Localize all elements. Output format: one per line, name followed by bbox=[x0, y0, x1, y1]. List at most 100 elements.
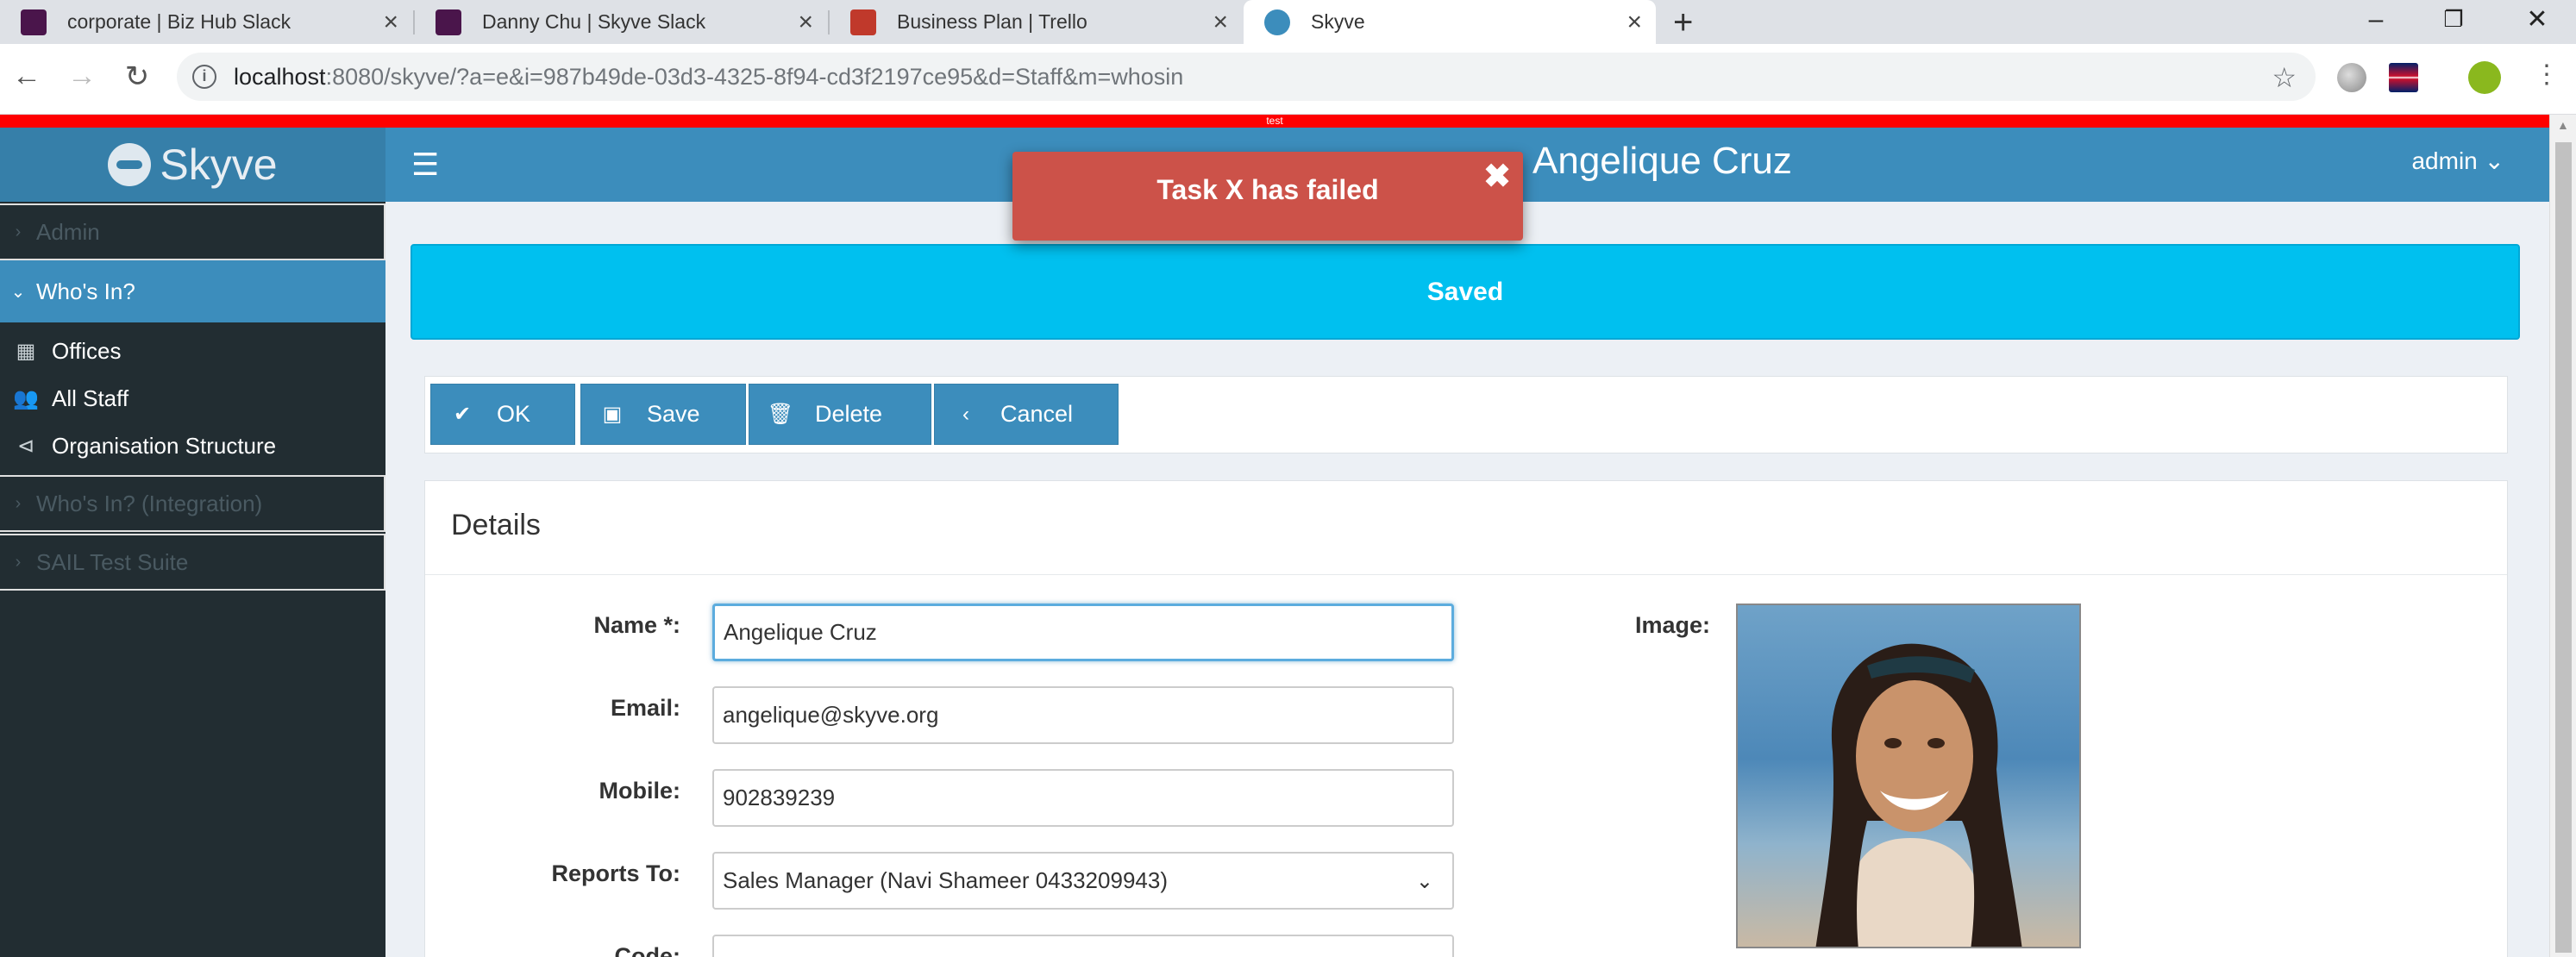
email-label: Email: bbox=[610, 695, 680, 721]
sidebar-group-whos-in[interactable]: ⌄ Who's In? bbox=[0, 260, 385, 322]
close-icon[interactable]: × bbox=[798, 8, 813, 37]
sidebar-item-label: All Staff bbox=[52, 385, 129, 411]
portrait-image bbox=[1815, 643, 2022, 947]
trash-icon: 🗑 bbox=[767, 403, 794, 426]
share-icon: ⊲ bbox=[16, 435, 35, 458]
chevron-right-icon: › bbox=[15, 222, 22, 241]
window-close-button[interactable]: ✕ bbox=[2498, 0, 2576, 39]
chevron-right-icon: › bbox=[15, 493, 22, 513]
name-field[interactable]: Angelique Cruz bbox=[712, 604, 1454, 661]
close-icon[interactable]: × bbox=[1626, 8, 1642, 37]
url-path: :8080/skyve/?a=e&i=987b49de-03d3-4325-8f… bbox=[325, 63, 1184, 90]
check-icon: ✔ bbox=[453, 403, 472, 426]
close-icon[interactable]: ✖ bbox=[1483, 157, 1511, 196]
mobile-field[interactable]: 902839239 bbox=[712, 769, 1454, 827]
sidebar-item-label: Offices bbox=[52, 338, 122, 364]
skyve-icon bbox=[1264, 9, 1290, 35]
browser-tab-label: corporate | Biz Hub Slack bbox=[67, 10, 291, 33]
chevron-right-icon: › bbox=[15, 552, 22, 572]
reload-icon[interactable]: ↻ bbox=[117, 59, 157, 94]
delete-label: Delete bbox=[815, 401, 883, 427]
browser-tab-2[interactable]: Danny Chu | Skyve Slack × bbox=[415, 0, 827, 44]
browser-tab-label: Danny Chu | Skyve Slack bbox=[482, 10, 706, 33]
name-label: Name *: bbox=[593, 612, 680, 638]
browser-tab-4[interactable]: Skyve × bbox=[1244, 0, 1656, 44]
skyve-logo[interactable]: Skyve bbox=[0, 128, 385, 202]
chevron-left-icon: ‹ bbox=[962, 402, 969, 426]
sidebar-item-offices[interactable]: ▦ Offices bbox=[0, 328, 385, 375]
page-scrollbar[interactable]: ▲ bbox=[2549, 115, 2576, 957]
close-icon[interactable]: × bbox=[1213, 8, 1228, 37]
sidebar-item-organisation-structure[interactable]: ⊲ Organisation Structure bbox=[0, 422, 385, 470]
info-icon[interactable]: i bbox=[192, 65, 216, 89]
back-icon[interactable]: ← bbox=[7, 59, 47, 93]
uk-flag-icon[interactable] bbox=[2389, 63, 2418, 92]
slack-icon bbox=[21, 9, 47, 35]
new-tab-button[interactable]: + bbox=[1673, 3, 1693, 42]
minimize-button[interactable]: – bbox=[2337, 0, 2415, 39]
reports-to-select[interactable]: Sales Manager (Navi Shameer 0433209943) … bbox=[712, 852, 1454, 910]
sidebar: Skyve › Admin ⌄ Who's In? ▦ Offices 👥 Al… bbox=[0, 128, 385, 957]
ok-label: OK bbox=[497, 401, 531, 427]
browser-tab-label: Skyve bbox=[1311, 10, 1365, 33]
avatar[interactable] bbox=[2468, 61, 2501, 94]
sidebar-group-label: Admin bbox=[36, 218, 100, 245]
sidebar-group-label: Who's In? (Integration) bbox=[36, 490, 263, 516]
trello-icon bbox=[850, 9, 876, 35]
chevron-down-icon: ⌄ bbox=[1415, 870, 1433, 893]
reports-to-label: Reports To: bbox=[551, 860, 681, 886]
scrollbar-thumb[interactable] bbox=[2555, 142, 2572, 953]
sidebar-group-whos-in-integration[interactable]: › Who's In? (Integration) bbox=[0, 475, 385, 532]
sidebar-item-label: Organisation Structure bbox=[52, 433, 277, 459]
logo-text: Skyve bbox=[160, 141, 278, 189]
users-icon: 👥 bbox=[13, 387, 39, 410]
browser-tab-1[interactable]: corporate | Biz Hub Slack × bbox=[0, 0, 412, 44]
more-menu-icon[interactable]: ⋮ bbox=[2527, 59, 2567, 90]
divider bbox=[425, 574, 2507, 575]
sidebar-group-label: Who's In? bbox=[36, 278, 135, 304]
saved-banner: Saved bbox=[411, 244, 2520, 340]
save-button[interactable]: ▣ Save bbox=[580, 384, 746, 445]
slack-icon bbox=[436, 9, 461, 35]
notification-message: Task X has failed bbox=[1156, 174, 1379, 205]
user-menu-label: admin bbox=[2411, 147, 2478, 174]
save-label: Save bbox=[647, 401, 700, 427]
building-icon: ▦ bbox=[16, 340, 36, 363]
browser-tabstrip: corporate | Biz Hub Slack × Danny Chu | … bbox=[0, 0, 2576, 44]
extension-icon[interactable] bbox=[2337, 63, 2366, 92]
details-title: Details bbox=[451, 509, 541, 541]
browser-tab-label: Business Plan | Trello bbox=[897, 10, 1087, 33]
test-banner: test bbox=[0, 115, 2549, 128]
close-icon[interactable]: × bbox=[383, 8, 398, 37]
scroll-up-icon[interactable]: ▲ bbox=[2557, 118, 2569, 132]
cancel-button[interactable]: ‹ Cancel bbox=[934, 384, 1119, 445]
address-bar[interactable]: i localhost:8080/skyve/?a=e&i=987b49de-0… bbox=[177, 53, 2316, 101]
url-host: localhost bbox=[234, 63, 326, 90]
delete-button[interactable]: 🗑 Delete bbox=[749, 384, 931, 445]
user-menu[interactable]: admin ⌄ bbox=[2411, 147, 2504, 175]
skyve-logo-icon bbox=[108, 143, 152, 186]
error-notification: Task X has failed ✖ bbox=[1012, 152, 1523, 241]
cancel-label: Cancel bbox=[1000, 401, 1074, 427]
sidebar-group-admin[interactable]: › Admin bbox=[0, 203, 385, 260]
sidebar-item-all-staff[interactable]: 👥 All Staff bbox=[0, 375, 385, 422]
sidebar-group-sail-test-suite[interactable]: › SAIL Test Suite bbox=[0, 534, 385, 591]
sidebar-group-label: SAIL Test Suite bbox=[36, 548, 189, 575]
code-label: Code: bbox=[614, 943, 681, 957]
floppy-disk-icon: ▣ bbox=[602, 403, 623, 426]
bookmark-star-icon[interactable]: ☆ bbox=[2272, 61, 2297, 94]
ok-button[interactable]: ✔ OK bbox=[430, 384, 575, 445]
browser-toolbar: ← → ↻ i localhost:8080/skyve/?a=e&i=987b… bbox=[0, 44, 2576, 115]
page-title: Angelique Cruz bbox=[1532, 140, 1792, 182]
hamburger-menu-icon[interactable]: ☰ bbox=[411, 147, 439, 183]
image-label: Image: bbox=[1634, 612, 1710, 638]
staff-photo[interactable] bbox=[1736, 604, 2081, 948]
email-field[interactable]: angelique@skyve.org bbox=[712, 686, 1454, 744]
forward-icon[interactable]: → bbox=[62, 59, 102, 93]
chevron-down-icon: ⌄ bbox=[2484, 147, 2504, 174]
reports-to-value: Sales Manager (Navi Shameer 0433209943) bbox=[723, 867, 1168, 893]
code-field[interactable] bbox=[712, 935, 1454, 957]
details-panel: Details Name *: Angelique Cruz Email: an… bbox=[424, 480, 2508, 957]
browser-tab-3[interactable]: Business Plan | Trello × bbox=[830, 0, 1242, 44]
restore-button[interactable]: ❐ bbox=[2415, 0, 2492, 39]
